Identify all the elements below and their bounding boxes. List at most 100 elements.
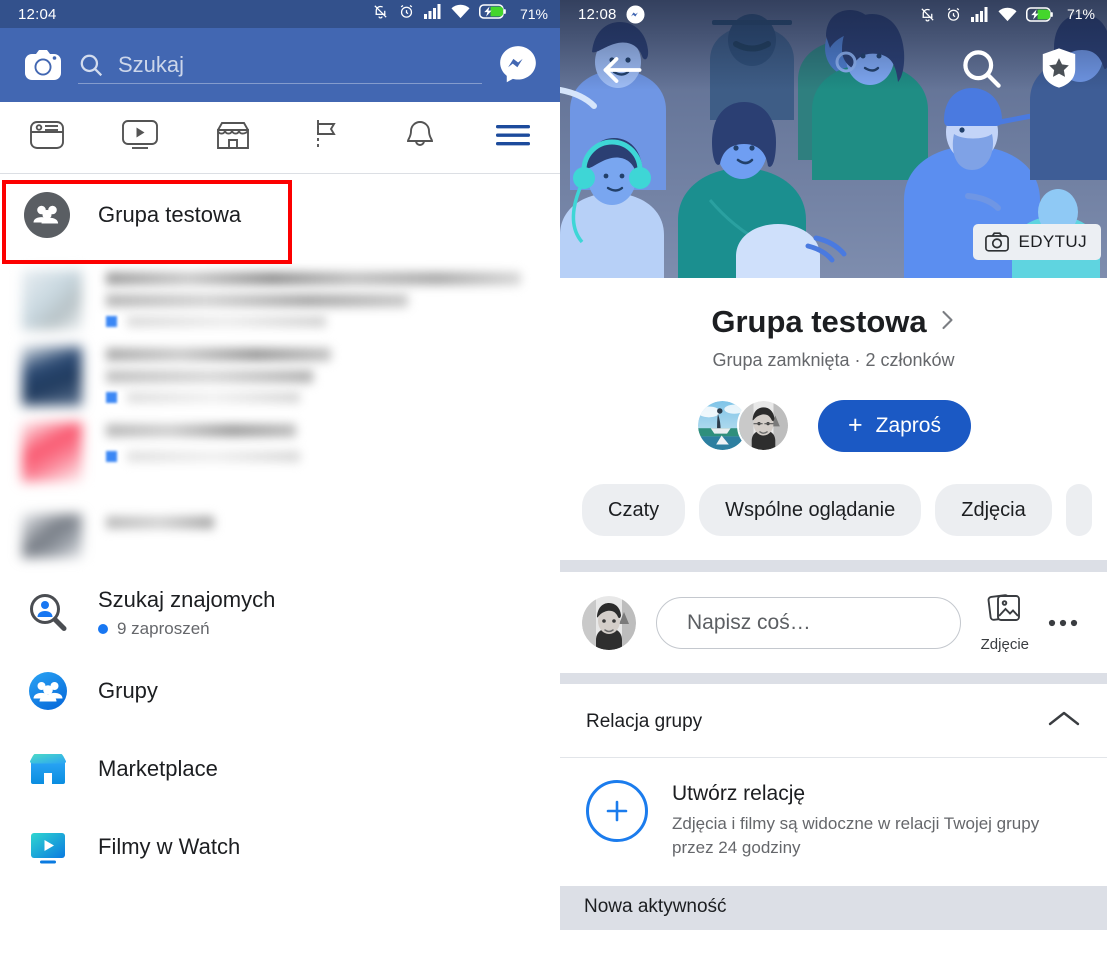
chip-overflow-partial[interactable] [1065, 484, 1092, 536]
group-actions: + Zaproś [560, 393, 1107, 458]
list-item[interactable] [0, 336, 560, 412]
search-placeholder: Szukaj [118, 52, 185, 77]
thumbnail [22, 346, 82, 406]
group-name-label: Grupa testowa [98, 202, 242, 227]
menu-sublabel-wrap: 9 zaproszeń [98, 619, 275, 639]
create-story-description: Zdjęcia i filmy są widoczne w relacji Tw… [672, 814, 1040, 858]
messenger-icon[interactable] [496, 43, 540, 87]
news-feed-icon [29, 119, 65, 156]
tab-marketplace[interactable] [187, 102, 280, 173]
tab-news-feed[interactable] [0, 102, 93, 173]
camera-icon [985, 232, 1010, 252]
bell-icon [403, 118, 437, 157]
section-divider-band [560, 560, 1107, 572]
menu-label: Grupy [98, 678, 158, 703]
group-people-icon [24, 192, 70, 238]
screenshot-root: 12:04 71% Szukaj Grupa testowa Szukaj zn… [0, 0, 1107, 960]
group-tab-chips: Czaty Wspólne oglądanie Zdjęcia [560, 458, 1107, 536]
page-title: Grupa testowa [711, 304, 927, 339]
plus-icon: + [848, 411, 863, 439]
tab-notifications[interactable] [373, 102, 466, 173]
group-subtitle: Grupa zamknięta · 2 członków [712, 350, 955, 370]
search-icon[interactable] [959, 46, 1003, 90]
chip-zdjecia[interactable]: Zdjęcia [935, 484, 1052, 536]
find-friends-icon [24, 589, 72, 637]
camera-icon[interactable] [20, 44, 66, 86]
unread-dot [106, 392, 117, 403]
text-lines [106, 270, 538, 330]
list-item[interactable] [0, 504, 560, 564]
edit-cover-button[interactable]: EDYTUJ [973, 224, 1101, 260]
bell-muted-icon [919, 6, 936, 23]
battery-percent: 71% [519, 6, 548, 22]
create-story-text: Utwórz relację Zdjęcia i filmy są widocz… [672, 780, 1085, 860]
status-bar-left: 12:04 71% [0, 0, 560, 28]
hamburger-icon [494, 122, 532, 153]
edit-cover-label: EDYTUJ [1018, 232, 1087, 251]
chip-label: Wspólne oglądanie [725, 498, 896, 521]
text-lines [106, 514, 538, 558]
marketplace-icon [24, 745, 72, 793]
wifi-icon [998, 7, 1017, 22]
chevron-right-icon [939, 308, 956, 337]
sidebar-item-grupa-testowa[interactable]: Grupa testowa [0, 174, 560, 256]
chip-wspolne-ogladanie[interactable]: Wspólne oglądanie [699, 484, 922, 536]
list-item[interactable] [0, 260, 560, 336]
text-lines [106, 346, 538, 406]
group-header: Grupa testowa Grupa zamknięta · 2 członk… [560, 278, 1107, 371]
sidebar-item-szukaj-znajomych[interactable]: Szukaj znajomych 9 zaproszeń [0, 574, 560, 652]
section-title: Relacja grupy [586, 710, 703, 732]
video-play-icon [121, 119, 159, 156]
menu-text: Filmy w Watch [98, 834, 240, 860]
status-time: 12:08 [578, 5, 617, 23]
post-input[interactable]: Napisz coś… [656, 596, 961, 649]
invite-button[interactable]: + Zaproś [818, 399, 971, 452]
add-photo-button[interactable]: Zdjęcie [981, 592, 1029, 653]
avatar[interactable] [737, 399, 791, 452]
ellipsis-icon[interactable] [1041, 618, 1085, 628]
group-cover-photo[interactable]: 12:08 71% EDYTUJ [560, 0, 1107, 278]
back-arrow-icon[interactable] [600, 50, 644, 90]
alarm-icon [398, 3, 415, 25]
list-item[interactable] [0, 412, 560, 488]
search-input[interactable]: Szukaj [78, 42, 482, 88]
post-composer: Napisz coś… Zdjęcie [560, 572, 1107, 673]
add-photo-label: Zdjęcie [980, 636, 1029, 653]
member-avatars[interactable] [696, 393, 791, 458]
menu-label: Szukaj znajomych [98, 587, 276, 612]
invite-label: Zaproś [875, 413, 941, 437]
tab-watch[interactable] [93, 102, 186, 173]
flag-icon [310, 118, 344, 157]
status-icons: 71% [919, 6, 1095, 23]
menu-text: Grupy [98, 678, 158, 704]
shield-star-icon[interactable] [1037, 46, 1081, 90]
sidebar-item-filmy-w-watch[interactable]: Filmy w Watch [0, 808, 560, 886]
create-story-title: Utwórz relację [672, 782, 806, 805]
unread-dot [106, 316, 117, 327]
menu-text: Marketplace [98, 756, 218, 782]
sidebar-item-marketplace[interactable]: Marketplace [0, 730, 560, 808]
text-lines [106, 422, 538, 482]
tab-groups[interactable] [280, 102, 373, 173]
footer-section-label: Nowa aktywność [584, 896, 727, 918]
create-story-row[interactable]: Utwórz relację Zdjęcia i filmy są widocz… [560, 758, 1107, 886]
sidebar-item-grupy[interactable]: Grupy [0, 652, 560, 730]
group-title-row[interactable]: Grupa testowa [560, 304, 1107, 340]
tab-menu[interactable] [467, 102, 560, 173]
chip-czaty[interactable]: Czaty [582, 484, 686, 536]
status-bar-right: 12:08 71% [560, 0, 1107, 28]
avatar[interactable] [582, 595, 636, 650]
post-placeholder: Napisz coś… [687, 610, 811, 634]
tab-bar [0, 102, 560, 174]
thumbnail [22, 422, 82, 482]
menu-text: Szukaj znajomych 9 zaproszeń [98, 587, 275, 639]
group-story-header[interactable]: Relacja grupy [560, 684, 1107, 757]
battery-charging-icon [478, 4, 506, 24]
signal-icon [423, 4, 442, 24]
chevron-up-icon[interactable] [1047, 708, 1081, 735]
menu-sublabel: 9 zaproszeń [117, 619, 210, 638]
blurred-feed-list [0, 256, 560, 564]
signal-icon [970, 6, 989, 22]
groups-icon [24, 667, 72, 715]
plus-icon [586, 780, 648, 842]
